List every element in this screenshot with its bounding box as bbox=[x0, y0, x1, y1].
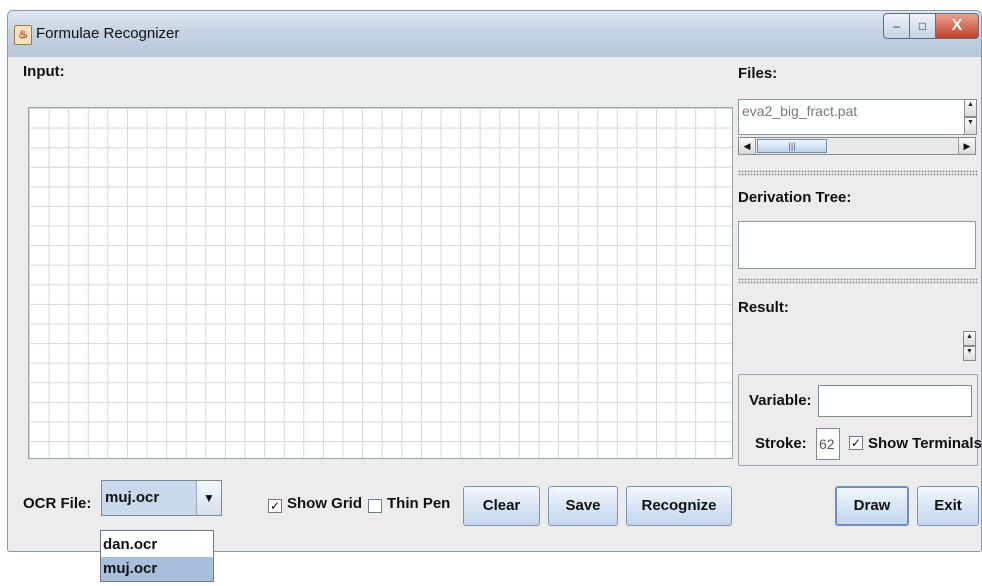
scroll-left-icon[interactable]: ◀ bbox=[739, 138, 756, 154]
window-title: Formulae Recognizer bbox=[36, 25, 180, 42]
ocr-file-dropdown-list[interactable]: dan.ocr muj.ocr bbox=[100, 530, 214, 582]
show-grid-label[interactable]: Show Grid bbox=[287, 495, 362, 512]
stroke-label: Stroke: bbox=[755, 435, 807, 452]
app-window: ♨ Formulae Recognizer – □ X Input: Files… bbox=[7, 10, 982, 552]
result-scroll-up-icon[interactable]: ▲ bbox=[963, 331, 976, 346]
thin-pen-label[interactable]: Thin Pen bbox=[387, 495, 450, 512]
input-label: Input: bbox=[23, 63, 65, 80]
chevron-down-icon[interactable]: ▼ bbox=[196, 481, 221, 515]
close-button[interactable]: X bbox=[935, 13, 979, 39]
files-horizontal-scrollbar[interactable]: ◀ ||| ▶ bbox=[738, 137, 976, 155]
show-terminals-checkbox[interactable]: ✓ bbox=[849, 436, 863, 450]
maximize-button[interactable]: □ bbox=[909, 13, 936, 39]
split-pane-divider-2[interactable] bbox=[738, 278, 978, 284]
main-content: Input: Files: eva2_big_fract.pat ▲ ▼ ◀ |… bbox=[8, 57, 981, 551]
result-scroll-down-icon[interactable]: ▼ bbox=[963, 346, 976, 361]
recognize-button[interactable]: Recognize bbox=[626, 486, 732, 526]
derivation-tree-label: Derivation Tree: bbox=[738, 189, 852, 206]
variable-input[interactable] bbox=[818, 385, 972, 417]
files-label: Files: bbox=[738, 65, 778, 82]
stroke-input[interactable] bbox=[816, 428, 840, 460]
variable-label: Variable: bbox=[749, 392, 812, 409]
exit-button[interactable]: Exit bbox=[917, 486, 979, 526]
files-scroll-down-icon[interactable]: ▼ bbox=[964, 117, 977, 135]
file-list-item[interactable]: eva2_big_fract.pat bbox=[742, 103, 857, 119]
draw-button[interactable]: Draw bbox=[835, 486, 909, 526]
options-group: Variable: Stroke: ✓ Show Terminals bbox=[738, 374, 981, 466]
input-drawing-canvas[interactable] bbox=[28, 107, 733, 459]
files-scroll-up-icon[interactable]: ▲ bbox=[964, 99, 977, 117]
ocr-file-combobox[interactable]: muj.ocr ▼ bbox=[101, 480, 222, 516]
derivation-tree-panel[interactable] bbox=[738, 221, 976, 269]
thin-pen-checkbox[interactable] bbox=[368, 499, 382, 513]
ocr-option-dan[interactable]: dan.ocr bbox=[101, 533, 213, 557]
result-label: Result: bbox=[738, 299, 789, 316]
show-terminals-label[interactable]: Show Terminals bbox=[868, 435, 981, 452]
ocr-selected-value: muj.ocr bbox=[105, 489, 160, 506]
scroll-thumb[interactable]: ||| bbox=[757, 139, 827, 153]
split-pane-divider[interactable] bbox=[738, 170, 978, 176]
clear-button[interactable]: Clear bbox=[463, 486, 540, 526]
title-bar[interactable]: ♨ Formulae Recognizer – □ X bbox=[8, 11, 981, 57]
ocr-option-muj[interactable]: muj.ocr bbox=[101, 557, 213, 581]
java-app-icon: ♨ bbox=[14, 25, 32, 45]
minimize-button[interactable]: – bbox=[883, 13, 910, 39]
ocr-file-label: OCR File: bbox=[23, 495, 92, 512]
show-grid-checkbox[interactable]: ✓ bbox=[268, 499, 282, 513]
files-list[interactable]: eva2_big_fract.pat bbox=[738, 99, 976, 135]
save-button[interactable]: Save bbox=[548, 486, 618, 526]
scroll-right-icon[interactable]: ▶ bbox=[958, 138, 975, 154]
